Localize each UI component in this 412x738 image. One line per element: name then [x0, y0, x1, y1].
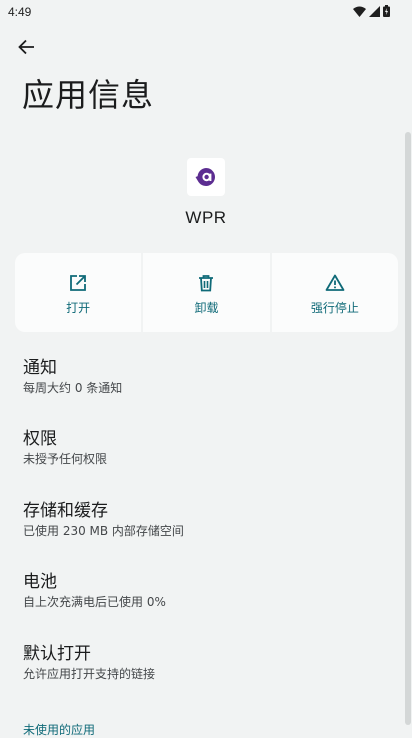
battery-icon [383, 5, 390, 17]
open-label: 打开 [66, 301, 91, 315]
force-stop-label: 强行停止 [310, 301, 359, 315]
signal-icon [369, 5, 380, 17]
force-stop-button[interactable]: 强行停止 [271, 253, 398, 332]
setting-open-by-default[interactable]: 默认打开 允许应用打开支持的链接 [23, 643, 393, 682]
setting-storage[interactable]: 存储和缓存 已使用 230 MB 内部存储空间 [23, 500, 393, 539]
setting-title: 权限 [23, 429, 57, 449]
setting-summary: 每周大约 0 条通知 [23, 381, 123, 395]
warning-icon [325, 273, 345, 293]
setting-battery[interactable]: 电池 自上次充满电后已使用 0% [23, 571, 393, 610]
action-buttons: 打开 卸载 强行停止 [15, 253, 398, 332]
wifi-icon [353, 6, 366, 17]
status-bar: 4:49 [0, 0, 412, 24]
setting-notifications[interactable]: 通知 每周大约 0 条通知 [23, 357, 393, 396]
setting-title: 通知 [23, 358, 57, 378]
setting-summary: 未授予任何权限 [23, 452, 108, 466]
status-time: 4:49 [8, 5, 32, 19]
open-in-new-icon [68, 273, 88, 293]
setting-title: 电池 [23, 572, 57, 592]
setting-title: 默认打开 [23, 644, 91, 664]
status-icons [353, 5, 390, 17]
uninstall-label: 卸载 [194, 301, 219, 315]
back-button[interactable] [10, 33, 42, 65]
setting-summary: 已使用 230 MB 内部存储空间 [23, 524, 184, 538]
app-icon [187, 158, 225, 196]
setting-summary: 自上次充满电后已使用 0% [23, 595, 166, 609]
setting-permissions[interactable]: 权限 未授予任何权限 [23, 428, 393, 467]
arrow-back-icon [17, 38, 35, 60]
setting-title: 存储和缓存 [23, 501, 108, 521]
app-name: WPR [185, 208, 227, 227]
section-header-unused-apps: 未使用的应用 [23, 723, 96, 737]
open-button[interactable]: 打开 [15, 253, 142, 332]
trash-icon [196, 273, 216, 293]
setting-summary: 允许应用打开支持的链接 [23, 667, 156, 681]
page-title: 应用信息 [22, 76, 155, 114]
uninstall-button[interactable]: 卸载 [143, 253, 270, 332]
